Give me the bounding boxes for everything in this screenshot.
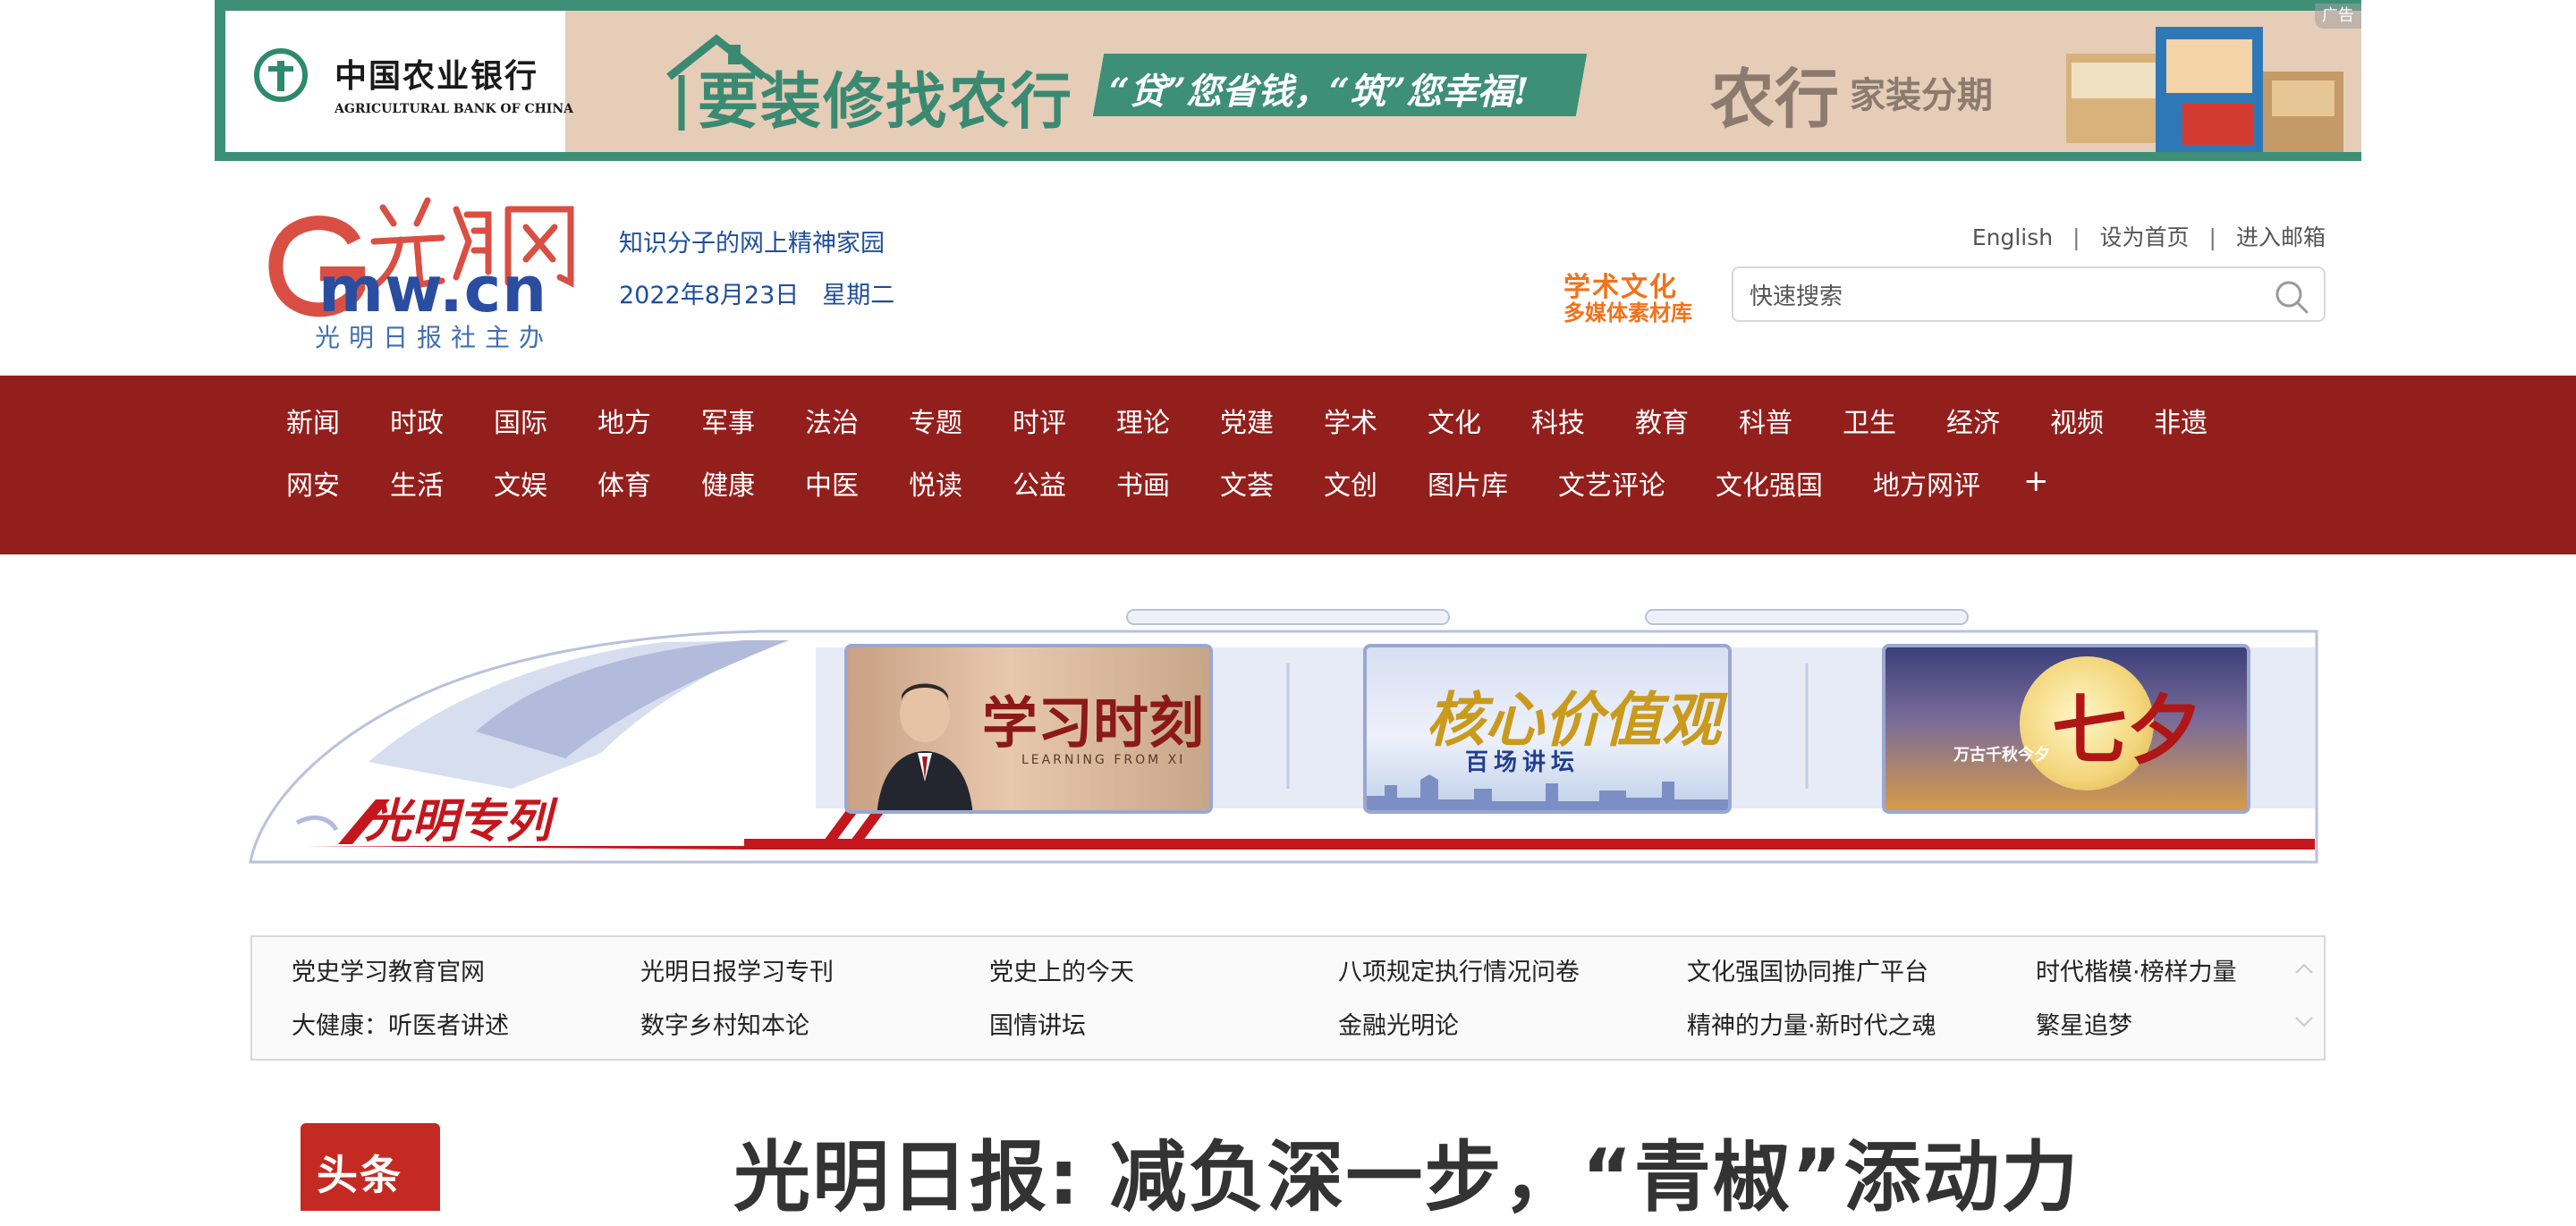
nav-item[interactable]: 悦读 (909, 463, 962, 503)
tile-title: 七夕 (2052, 686, 2203, 774)
nav-item[interactable]: 理论 (1116, 401, 1170, 440)
nav-item[interactable]: 科普 (1739, 401, 1792, 440)
featured-links-grid: 党史学习教育官网 光明日报学习专刊 党史上的今天 八项规定执行情况问卷 文化强国… (292, 955, 2385, 1044)
ad-product-name: 家装分期 (1850, 74, 1993, 116)
ad-badge: 广告 (2315, 4, 2361, 29)
nav-item[interactable]: 法治 (805, 401, 859, 440)
city-skyline-icon (1367, 774, 1728, 810)
nav-item[interactable]: 科技 (1531, 401, 1585, 440)
ad-slogan-sub: “贷”您省钱，“筑”您幸福! (1109, 71, 1530, 113)
nav-item[interactable]: 健康 (701, 463, 755, 503)
site-tagline: 知识分子的网上精神家园 (619, 230, 885, 258)
nav-item[interactable]: 网安 (286, 463, 340, 503)
core-values-tile[interactable]: 核心价值观 百场讲坛 (1363, 644, 1732, 814)
nav-item[interactable]: 地方 (597, 401, 651, 440)
nav-item[interactable]: 生活 (390, 463, 444, 503)
search-box (1732, 266, 2326, 322)
main-nav: 新闻 时政 国际 地方 军事 法治 专题 时评 理论 党建 学术 文化 科技 教… (0, 376, 2576, 554)
featured-link[interactable]: 光明日报学习专刊 (640, 955, 989, 991)
featured-link[interactable]: 数字乡村知本论 (640, 1009, 989, 1044)
featured-link[interactable]: 时代楷模·榜样力量 (2036, 955, 2385, 991)
nav-item[interactable]: 体育 (597, 463, 651, 503)
ad-slogan-main: 要装修找农行 (698, 66, 1074, 138)
tile-subtitle: 万古千秋今夕 (1953, 746, 2050, 765)
nav-item[interactable]: 卫生 (1843, 401, 1896, 440)
nav-item[interactable]: 时评 (1013, 401, 1066, 440)
media-library-subtitle[interactable]: 多媒体素材库 (1563, 295, 1692, 326)
link-separator: | (2072, 224, 2080, 250)
ad-product-brand: 农行 (1710, 61, 1840, 137)
svg-text:mw.cn: mw.cn (318, 253, 547, 326)
nav-row-2: 网安 生活 文娱 体育 健康 中医 悦读 公益 书画 文荟 文创 图片库 文艺评… (286, 463, 2049, 503)
featured-link[interactable]: 国情讲坛 (989, 1009, 1338, 1044)
ad-banner[interactable]: 中国农业银行 AGRICULTURAL BANK OF CHINA 要装修找农行… (215, 0, 2361, 161)
headline-stamp-text: 头条 (317, 1151, 402, 1199)
abc-bank-icon (254, 48, 308, 102)
featured-link[interactable]: 繁星追梦 (2036, 1009, 2385, 1044)
set-homepage-link[interactable]: 设为首页 (2100, 224, 2190, 250)
featured-link[interactable]: 文化强国协同推广平台 (1687, 955, 2036, 991)
search-input[interactable] (1748, 277, 2252, 315)
top-links: English | 设为首页 | 进入邮箱 (1972, 220, 2326, 252)
qixi-festival-tile[interactable]: 七夕 万古千秋今夕 (1882, 644, 2250, 814)
link-separator: | (2208, 224, 2216, 250)
study-moment-tile[interactable]: 学习时刻 LEARNING FROM XI (844, 644, 1213, 814)
current-date: 2022年8月23日 星期二 (619, 275, 918, 310)
nav-item[interactable]: 军事 (701, 401, 755, 440)
headline-title[interactable]: 光明日报: 减负深一步，“青椒”添动力 (733, 1114, 2080, 1226)
date-text: 2022年8月23日 (619, 282, 800, 309)
featured-link[interactable]: 党史学习教育官网 (292, 955, 640, 991)
nav-item[interactable]: 文娱 (494, 463, 547, 503)
nav-more-button[interactable]: + (2023, 463, 2049, 503)
nav-item[interactable]: 文化强国 (1716, 463, 1823, 503)
bank-logo-panel: 中国农业银行 AGRICULTURAL BANK OF CHINA (215, 11, 573, 152)
chevron-down-icon[interactable] (2293, 1010, 2315, 1032)
nav-item[interactable]: 书画 (1116, 463, 1170, 503)
featured-link[interactable]: 党史上的今天 (989, 955, 1338, 991)
nav-item[interactable]: 党建 (1220, 401, 1274, 440)
speaker-portrait (877, 683, 973, 810)
nav-item[interactable]: 图片库 (1428, 463, 1508, 503)
nav-item[interactable]: 公益 (1013, 463, 1066, 503)
nav-item[interactable]: 视频 (2050, 401, 2104, 440)
tile-subtitle: LEARNING FROM XI (1021, 753, 1186, 767)
english-link[interactable]: English (1972, 224, 2053, 250)
nav-item[interactable]: 时政 (390, 401, 444, 440)
ad-bottom-stripe (215, 152, 2361, 161)
nav-item[interactable]: 专题 (909, 401, 962, 440)
nav-item[interactable]: 中医 (805, 463, 859, 503)
nav-item[interactable]: 经济 (1946, 401, 2000, 440)
logo-subtitle: 光明日报社主办 (315, 323, 554, 352)
featured-link[interactable]: 金融光明论 (1338, 1009, 1687, 1044)
weekday-text: 星期二 (822, 282, 895, 309)
nav-item[interactable]: 地方网评 (1873, 463, 1980, 503)
ad-top-stripe (215, 0, 2361, 11)
featured-link[interactable]: 精神的力量·新时代之魂 (1687, 1009, 2036, 1044)
bank-name-en: AGRICULTURAL BANK OF CHINA (335, 102, 574, 116)
nav-item[interactable]: 新闻 (286, 401, 340, 440)
tile-title: 学习时刻 (982, 690, 1205, 756)
bank-name-cn: 中国农业银行 (335, 57, 539, 95)
train-label: 光明专列 (365, 794, 552, 849)
featured-link[interactable]: 八项规定执行情况问卷 (1338, 955, 1687, 991)
featured-link[interactable]: 大健康：听医者讲述 (292, 1009, 640, 1044)
headline-stamp: 头条 (301, 1123, 440, 1211)
gift-boxes-icon (2066, 27, 2343, 152)
chevron-up-icon[interactable] (2293, 959, 2315, 980)
nav-item[interactable]: 文创 (1324, 463, 1377, 503)
search-icon[interactable] (2274, 279, 2309, 315)
nav-item[interactable]: 文化 (1428, 401, 1481, 440)
nav-item[interactable]: 学术 (1324, 401, 1377, 440)
nav-item[interactable]: 文荟 (1220, 463, 1274, 503)
tile-subtitle: 百场讲坛 (1465, 749, 1580, 776)
nav-item[interactable]: 非遗 (2154, 401, 2207, 440)
featured-links: 党史学习教育官网 光明日报学习专刊 党史上的今天 八项规定执行情况问卷 文化强国… (250, 935, 2326, 1061)
mailbox-link[interactable]: 进入邮箱 (2236, 224, 2326, 250)
nav-item[interactable]: 文艺评论 (1558, 463, 1665, 503)
nav-item[interactable]: 国际 (494, 401, 547, 440)
nav-row-1: 新闻 时政 国际 地方 军事 法治 专题 时评 理论 党建 学术 文化 科技 教… (286, 401, 2258, 440)
nav-item[interactable]: 教育 (1635, 401, 1689, 440)
